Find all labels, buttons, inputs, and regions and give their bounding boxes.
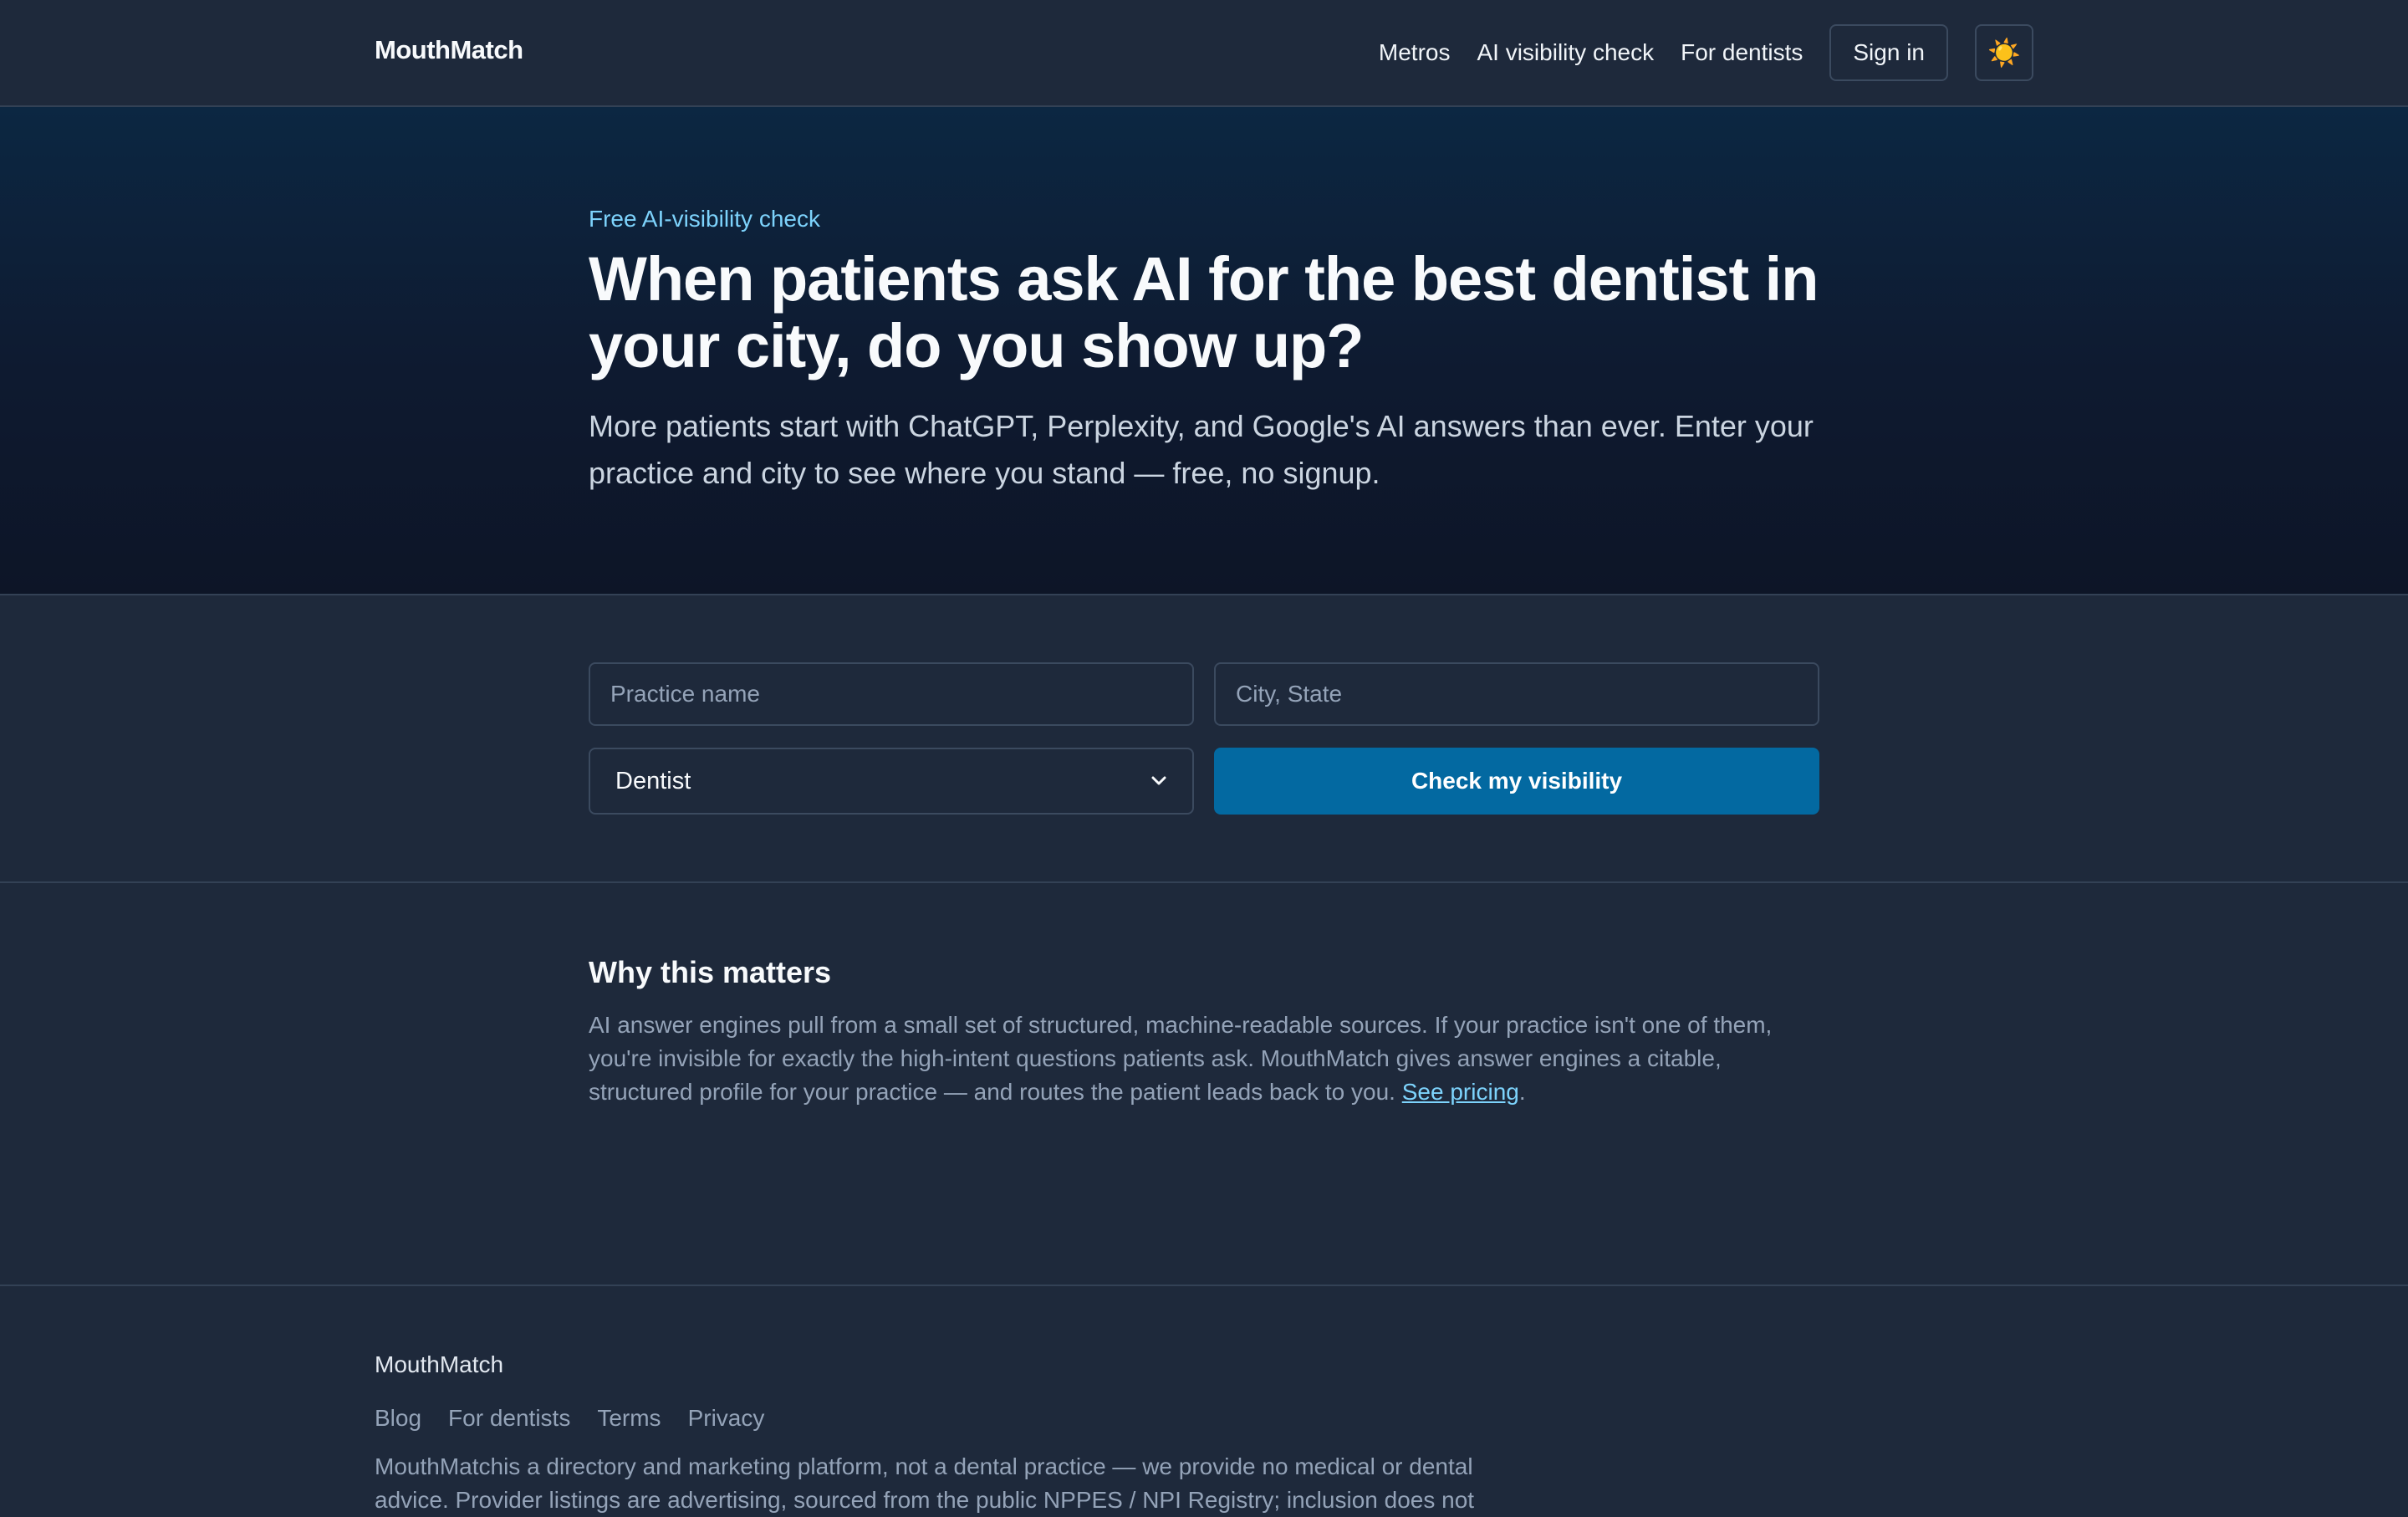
footer-link-terms[interactable]: Terms bbox=[597, 1405, 661, 1432]
footer-links: Blog For dentists Terms Privacy bbox=[375, 1405, 791, 1432]
hero-title: When patients ask AI for the best dentis… bbox=[589, 244, 1819, 381]
city-state-input[interactable] bbox=[1214, 662, 1819, 726]
nav-link-metros[interactable]: Metros bbox=[1379, 39, 1451, 66]
hero-eyebrow: Free AI-visibility check bbox=[589, 206, 820, 232]
specialty-select[interactable]: Dentist bbox=[589, 748, 1194, 815]
hero-subtitle: More patients start with ChatGPT, Perple… bbox=[589, 409, 1814, 490]
footer-link-privacy[interactable]: Privacy bbox=[688, 1405, 765, 1432]
theme-toggle-button[interactable]: ☀️ bbox=[1975, 24, 2033, 81]
sun-icon: ☀️ bbox=[1987, 38, 2021, 68]
visibility-check-form: Dentist Check my visibility bbox=[0, 595, 2408, 883]
sign-in-button[interactable]: Sign in bbox=[1829, 24, 1948, 81]
chevron-down-icon bbox=[1151, 776, 1166, 785]
footer-brand: MouthMatch bbox=[375, 1351, 504, 1377]
footer-disclaimer: MouthMatchis a directory and marketing p… bbox=[375, 1453, 1475, 1513]
see-pricing-link[interactable]: See pricing bbox=[1402, 1079, 1519, 1105]
specialty-select-value: Dentist bbox=[615, 767, 691, 794]
check-visibility-button[interactable]: Check my visibility bbox=[1214, 748, 1819, 815]
site-footer: MouthMatch Blog For dentists Terms Priva… bbox=[0, 1286, 2408, 1513]
why-body-text: AI answer engines pull from a small set … bbox=[589, 1012, 1773, 1105]
why-section: Why this matters AI answer engines pull … bbox=[0, 883, 2408, 1286]
why-heading: Why this matters bbox=[589, 955, 832, 989]
footer-link-blog[interactable]: Blog bbox=[375, 1405, 421, 1432]
practice-name-input[interactable] bbox=[589, 662, 1194, 726]
nav-link-ai-visibility-check[interactable]: AI visibility check bbox=[1477, 39, 1654, 66]
site-header: MouthMatch Metros AI visibility check Fo… bbox=[0, 0, 2408, 107]
hero-section: Free AI-visibility check When patients a… bbox=[0, 107, 2408, 595]
why-body: AI answer engines pull from a small set … bbox=[589, 1009, 1826, 1109]
logo[interactable]: MouthMatch bbox=[375, 35, 523, 65]
footer-link-for-dentists[interactable]: For dentists bbox=[448, 1405, 570, 1432]
why-body-period: . bbox=[1518, 1079, 1526, 1105]
main-nav: Metros AI visibility check For dentists … bbox=[1379, 24, 2033, 81]
nav-link-for-dentists[interactable]: For dentists bbox=[1681, 39, 1803, 66]
